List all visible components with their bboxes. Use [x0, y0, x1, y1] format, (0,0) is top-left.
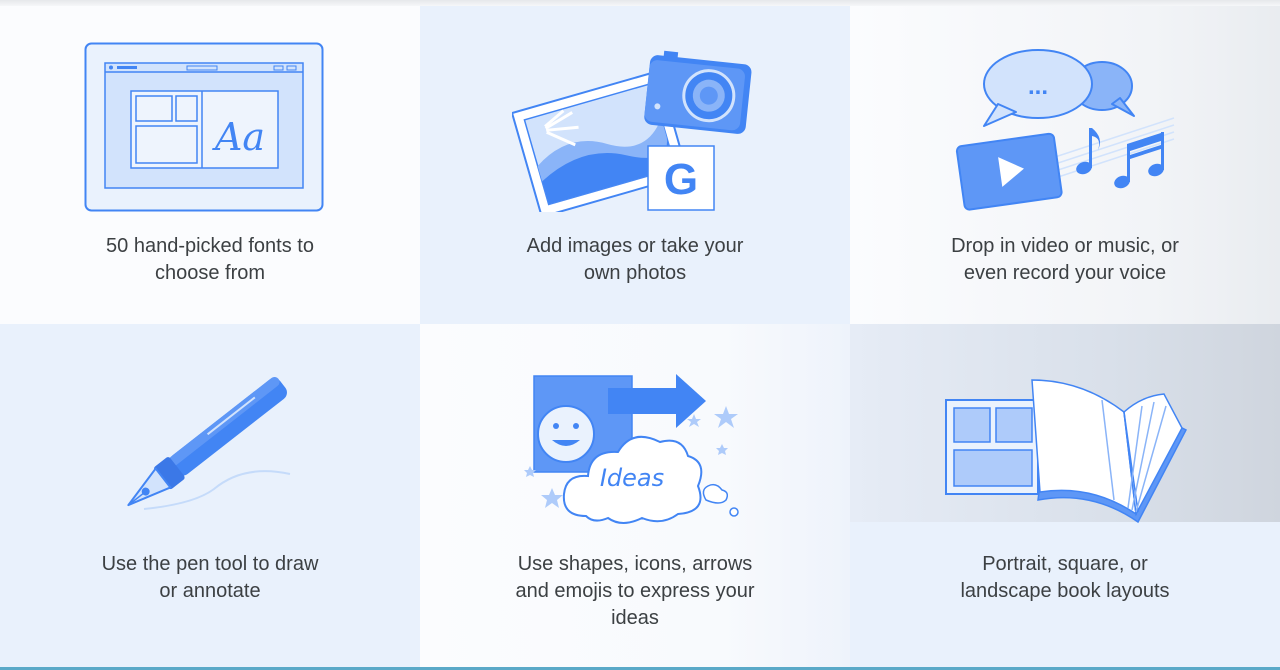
caption-line: 50 hand-picked fonts to	[106, 235, 314, 257]
feature-media: ... Drop in video or music, or even reco…	[850, 6, 1280, 324]
book-layout-icon	[945, 379, 1188, 524]
photo-camera-icon: G	[512, 50, 752, 212]
feature-caption: Use shapes, icons, arrows and emojis to …	[420, 551, 850, 632]
google-logo-letter: G	[664, 155, 698, 204]
smiley-emoji-icon	[537, 405, 595, 463]
feature-pen: Use the pen tool to draw or annotate	[0, 324, 420, 670]
music-notes-icon	[1076, 128, 1164, 189]
media-icon: ...	[955, 49, 1175, 211]
page-layout-icon	[945, 399, 1039, 495]
font-sample-icon: Aa	[84, 42, 324, 212]
font-sample-text: Aa	[212, 115, 265, 159]
feature-shapes: Ideas Use shapes, icons, arrows and emoj…	[420, 324, 850, 670]
caption-line: Use shapes, icons, arrows	[517, 553, 753, 575]
camera-icon	[644, 50, 752, 134]
caption-line: Add images or take your	[526, 235, 744, 257]
google-logo-badge: G	[647, 145, 715, 211]
feature-caption: Use the pen tool to draw or annotate	[0, 551, 420, 605]
caption-line: or annotate	[159, 580, 261, 602]
feature-caption: 50 hand-picked fonts to choose from	[0, 233, 420, 287]
feature-grid: Aa 50 hand-picked fonts to choose from G…	[0, 6, 1280, 670]
caption-line: choose from	[154, 262, 266, 284]
caption-line: even record your voice	[963, 262, 1167, 284]
caption-line: Portrait, square, or	[982, 553, 1148, 575]
caption-line: ideas	[611, 607, 659, 629]
feature-images: G Add images or take your own photos	[420, 6, 850, 324]
caption-line: own photos	[583, 262, 687, 284]
feature-fonts: Aa 50 hand-picked fonts to choose from	[0, 6, 420, 324]
caption-line: Drop in video or music, or	[951, 235, 1179, 257]
caption-line: landscape book layouts	[960, 580, 1170, 602]
feature-layouts: Portrait, square, or landscape book layo…	[850, 324, 1280, 670]
video-play-icon	[955, 132, 1063, 211]
shapes-emoji-icon: Ideas	[524, 374, 739, 524]
feature-caption: Portrait, square, or landscape book layo…	[850, 551, 1280, 605]
caption-line: Use the pen tool to draw	[101, 553, 319, 575]
pen-icon	[127, 376, 291, 510]
feature-caption: Add images or take your own photos	[420, 233, 850, 287]
chat-bubble-text: ...	[1028, 73, 1048, 100]
caption-line: and emojis to express your	[515, 580, 755, 602]
feature-caption: Drop in video or music, or even record y…	[850, 233, 1280, 287]
open-book-icon	[1031, 379, 1188, 524]
cloud-text: Ideas	[600, 464, 664, 492]
chat-bubble-icon: ...	[983, 49, 1093, 127]
